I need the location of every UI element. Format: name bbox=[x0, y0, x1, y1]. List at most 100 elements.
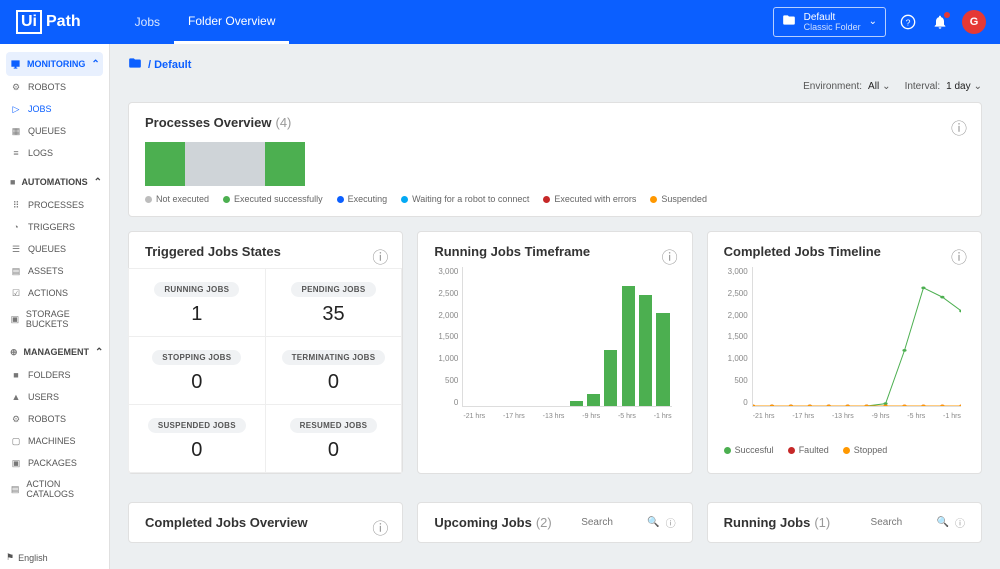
asset-icon: ▤ bbox=[10, 265, 22, 277]
sidebar-item-packages[interactable]: ▣PACKAGES bbox=[6, 452, 103, 474]
card-title: Upcoming Jobs (2) bbox=[434, 515, 551, 530]
svg-text:?: ? bbox=[906, 17, 911, 27]
sidebar-item-jobs[interactable]: ▷JOBS bbox=[6, 98, 103, 120]
sidebar-item-assets[interactable]: ▤ASSETS bbox=[6, 260, 103, 282]
sidebar-item-robots[interactable]: ⚙ROBOTS bbox=[6, 76, 103, 98]
stat-stopping: STOPPING JOBS0 bbox=[128, 336, 266, 405]
sidebar-item-queues[interactable]: ▦QUEUES bbox=[6, 120, 103, 142]
sidebar-item-logs[interactable]: ≡LOGS bbox=[6, 142, 103, 164]
search-icon: 🔍 bbox=[937, 517, 949, 528]
bar-chart: 3,0002,5002,0001,5001,0005000 -21 hrs-17… bbox=[438, 267, 671, 427]
sidebar-group-monitoring[interactable]: MONITORING⌃ bbox=[6, 52, 103, 76]
card-title: Triggered Jobs States bbox=[145, 244, 386, 259]
help-icon[interactable]: ? bbox=[898, 12, 918, 32]
info-icon[interactable]: ⓘ bbox=[666, 515, 676, 530]
stat-terminating: TERMINATING JOBS0 bbox=[265, 336, 403, 405]
user-icon: ▲ bbox=[10, 391, 22, 403]
info-icon[interactable]: ⓘ bbox=[951, 244, 967, 268]
robot-icon: ⚙ bbox=[10, 413, 22, 425]
sidebar-group-automations[interactable]: ■ AUTOMATIONS⌃ bbox=[6, 170, 103, 194]
chevron-up-icon: ⌃ bbox=[95, 347, 103, 358]
proc-seg bbox=[145, 142, 185, 186]
logs-icon: ≡ bbox=[10, 147, 22, 159]
monitor-icon bbox=[10, 58, 21, 70]
avatar[interactable]: G bbox=[962, 10, 986, 34]
sidebar-item-actions[interactable]: ☑ACTIONS bbox=[6, 282, 103, 304]
search-upcoming[interactable]: 🔍ⓘ bbox=[581, 515, 675, 530]
trigger-icon: ◔ bbox=[10, 221, 22, 233]
sidebar-item-storage[interactable]: ▣STORAGE BUCKETS bbox=[6, 304, 103, 334]
chevron-up-icon: ⌃ bbox=[91, 59, 99, 70]
search-input[interactable] bbox=[871, 517, 931, 528]
folder-icon bbox=[782, 13, 796, 30]
chevron-down-icon: ⌄ bbox=[869, 16, 877, 27]
nav-folder-overview[interactable]: Folder Overview bbox=[174, 0, 289, 44]
stat-running: RUNNING JOBS1 bbox=[128, 268, 266, 337]
bell-icon[interactable] bbox=[930, 12, 950, 32]
card-upcoming-jobs: Upcoming Jobs (2) 🔍ⓘ bbox=[417, 502, 692, 543]
search-icon: 🔍 bbox=[647, 517, 659, 528]
folder-icon bbox=[128, 56, 142, 73]
folder-icon: ■ bbox=[10, 176, 15, 188]
catalog-icon: ▤ bbox=[10, 483, 20, 495]
logo[interactable]: UiPath bbox=[16, 10, 81, 34]
sidebar-item-processes[interactable]: ⠿PROCESSES bbox=[6, 194, 103, 216]
sidebar-group-management[interactable]: ⊕ MANAGEMENT⌃ bbox=[6, 340, 103, 364]
info-icon[interactable]: ⓘ bbox=[955, 515, 965, 530]
filter-interval[interactable]: Interval:1 day ⌄ bbox=[905, 81, 982, 92]
card-title: Running Jobs Timeframe bbox=[434, 244, 675, 259]
nav-jobs[interactable]: Jobs bbox=[121, 0, 174, 44]
card-processes-overview: Processes Overview (4) ⓘ Not executed Ex… bbox=[128, 102, 982, 217]
process-icon: ⠿ bbox=[10, 199, 22, 211]
sidebar-item-users[interactable]: ▲USERS bbox=[6, 386, 103, 408]
sidebar-item-folders[interactable]: ■FOLDERS bbox=[6, 364, 103, 386]
topbar: UiPath Jobs Folder Overview DefaultClass… bbox=[0, 0, 1000, 44]
sidebar-item-queues2[interactable]: ☰QUEUES bbox=[6, 238, 103, 260]
search-input[interactable] bbox=[581, 517, 641, 528]
proc-seg bbox=[225, 142, 265, 186]
stat-suspended: SUSPENDED JOBS0 bbox=[128, 404, 266, 473]
timeline-legend: Succesful Faulted Stopped bbox=[724, 445, 965, 455]
robot-icon: ⚙ bbox=[10, 81, 22, 93]
stat-resumed: RESUMED JOBS0 bbox=[265, 404, 403, 473]
queue-icon: ☰ bbox=[10, 243, 22, 255]
processes-bar bbox=[145, 142, 305, 186]
chevron-down-icon: ⌄ bbox=[974, 81, 982, 92]
sidebar-item-triggers[interactable]: ◔TRIGGERS bbox=[6, 216, 103, 238]
play-icon: ▷ bbox=[10, 103, 22, 115]
info-icon[interactable]: ⓘ bbox=[951, 115, 967, 139]
processes-legend: Not executed Executed successfully Execu… bbox=[145, 194, 965, 204]
folder-selector[interactable]: DefaultClassic Folder ⌄ bbox=[773, 7, 886, 38]
sidebar-item-mrobots[interactable]: ⚙ROBOTS bbox=[6, 408, 103, 430]
breadcrumb[interactable]: / Default bbox=[128, 56, 982, 73]
card-title: Running Jobs (1) bbox=[724, 515, 831, 530]
card-triggered-jobs: Triggered Jobs States ⓘ RUNNING JOBS1 PE… bbox=[128, 231, 403, 474]
info-icon[interactable]: ⓘ bbox=[662, 244, 678, 268]
queue-icon: ▦ bbox=[10, 125, 22, 137]
card-running-jobs: Running Jobs (1) 🔍ⓘ bbox=[707, 502, 982, 543]
chevron-up-icon: ⌃ bbox=[94, 177, 102, 188]
top-nav: Jobs Folder Overview bbox=[121, 0, 290, 44]
card-completed-overview: Completed Jobs Overview ⓘ bbox=[128, 502, 403, 543]
search-running[interactable]: 🔍ⓘ bbox=[871, 515, 965, 530]
action-icon: ☑ bbox=[10, 287, 22, 299]
chevron-down-icon: ⌄ bbox=[882, 81, 890, 92]
sidebar-item-machines[interactable]: ▢MACHINES bbox=[6, 430, 103, 452]
language-selector[interactable]: ⚑ English bbox=[6, 552, 48, 563]
info-icon[interactable]: ⓘ bbox=[372, 244, 388, 268]
proc-seg bbox=[265, 142, 305, 186]
sidebar-item-catalogs[interactable]: ▤ACTION CATALOGS bbox=[6, 474, 103, 504]
card-title: Completed Jobs Timeline bbox=[724, 244, 965, 259]
machine-icon: ▢ bbox=[10, 435, 22, 447]
card-title: Completed Jobs Overview bbox=[145, 515, 308, 530]
package-icon: ▣ bbox=[10, 457, 22, 469]
globe-icon: ⊕ bbox=[10, 346, 18, 358]
filter-bar: Environment:All ⌄ Interval:1 day ⌄ bbox=[128, 81, 982, 92]
card-completed-timeline: Completed Jobs Timeline ⓘ 3,0002,5002,00… bbox=[707, 231, 982, 474]
folder-icon: ■ bbox=[10, 369, 22, 381]
card-title: Processes Overview (4) bbox=[145, 115, 965, 130]
main-content: / Default Environment:All ⌄ Interval:1 d… bbox=[110, 44, 1000, 569]
filter-environment[interactable]: Environment:All ⌄ bbox=[803, 81, 890, 92]
info-icon[interactable]: ⓘ bbox=[372, 515, 388, 539]
proc-seg bbox=[185, 142, 225, 186]
